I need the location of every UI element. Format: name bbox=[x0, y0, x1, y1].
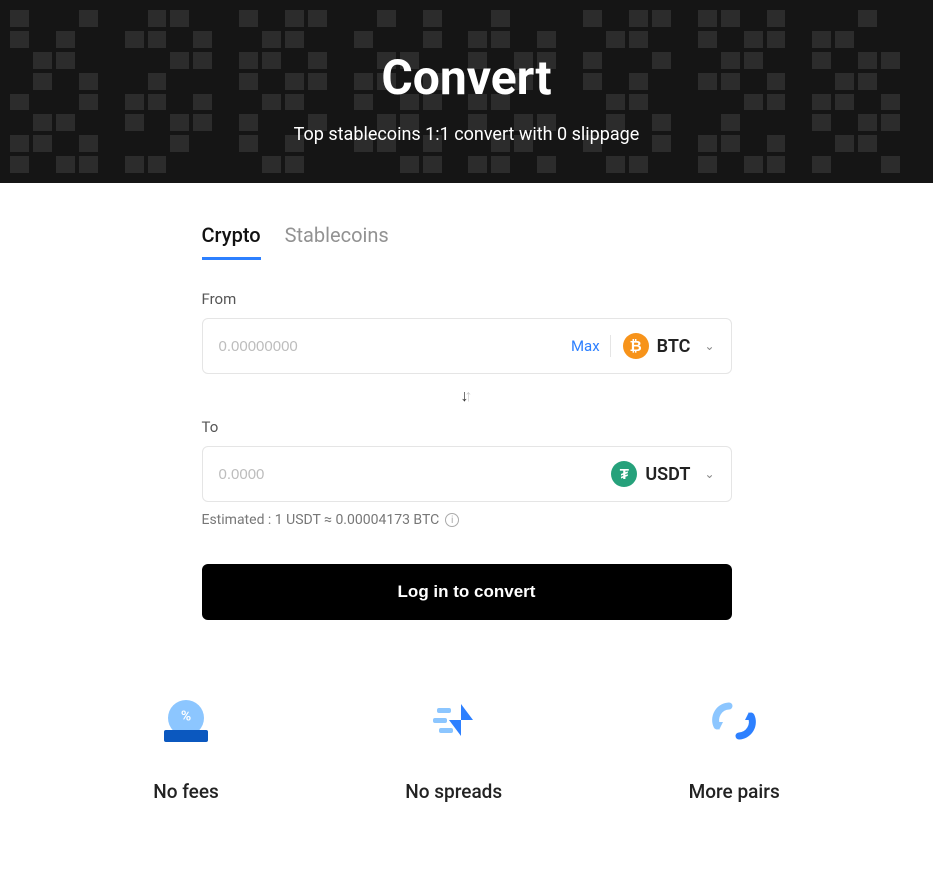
feature-title: More pairs bbox=[689, 780, 780, 803]
page-title: Convert bbox=[381, 49, 551, 106]
to-coin-symbol: USDT bbox=[645, 464, 690, 485]
from-amount-input[interactable] bbox=[219, 338, 571, 355]
btc-icon: ₿ bbox=[623, 333, 649, 359]
hero-banner: Convert Top stablecoins 1:1 convert with… bbox=[0, 0, 933, 183]
no-fees-icon bbox=[161, 700, 211, 742]
feature-title: No fees bbox=[153, 780, 219, 803]
tab-crypto[interactable]: Crypto bbox=[202, 223, 261, 260]
from-row: Max ₿ BTC ⌄ bbox=[202, 318, 732, 374]
to-row: ₮ USDT ⌄ bbox=[202, 446, 732, 502]
from-label: From bbox=[202, 290, 732, 308]
chevron-down-icon: ⌄ bbox=[704, 467, 714, 481]
info-icon[interactable]: i bbox=[445, 513, 459, 527]
feature-title: No spreads bbox=[405, 780, 502, 803]
convert-panel: Crypto Stablecoins From Max ₿ BTC ⌄ ↓↑ T… bbox=[202, 183, 732, 620]
more-pairs-icon bbox=[709, 700, 759, 742]
estimate-text: Estimated : 1 USDT ≈ 0.00004173 BTC bbox=[202, 512, 440, 528]
to-amount-input[interactable] bbox=[219, 466, 612, 483]
tabs: Crypto Stablecoins bbox=[202, 223, 732, 260]
max-button[interactable]: Max bbox=[571, 337, 600, 355]
estimate-row: Estimated : 1 USDT ≈ 0.00004173 BTC i bbox=[202, 512, 732, 528]
login-convert-button[interactable]: Log in to convert bbox=[202, 564, 732, 620]
separator bbox=[610, 335, 611, 357]
from-coin-symbol: BTC bbox=[657, 336, 691, 357]
to-label: To bbox=[202, 418, 732, 436]
feature-no-fees: No fees bbox=[153, 700, 219, 803]
to-coin-select[interactable]: ₮ USDT ⌄ bbox=[611, 461, 714, 487]
features-row: No fees No spreads More pairs bbox=[0, 700, 933, 843]
chevron-down-icon: ⌄ bbox=[704, 339, 714, 353]
no-spreads-icon bbox=[429, 700, 479, 742]
feature-more-pairs: More pairs bbox=[689, 700, 780, 803]
swap-button[interactable]: ↓↑ bbox=[461, 386, 473, 406]
feature-no-spreads: No spreads bbox=[405, 700, 502, 803]
page-subtitle: Top stablecoins 1:1 convert with 0 slipp… bbox=[294, 124, 640, 145]
usdt-icon: ₮ bbox=[611, 461, 637, 487]
from-coin-select[interactable]: ₿ BTC ⌄ bbox=[623, 333, 715, 359]
tab-stablecoins[interactable]: Stablecoins bbox=[285, 223, 389, 260]
